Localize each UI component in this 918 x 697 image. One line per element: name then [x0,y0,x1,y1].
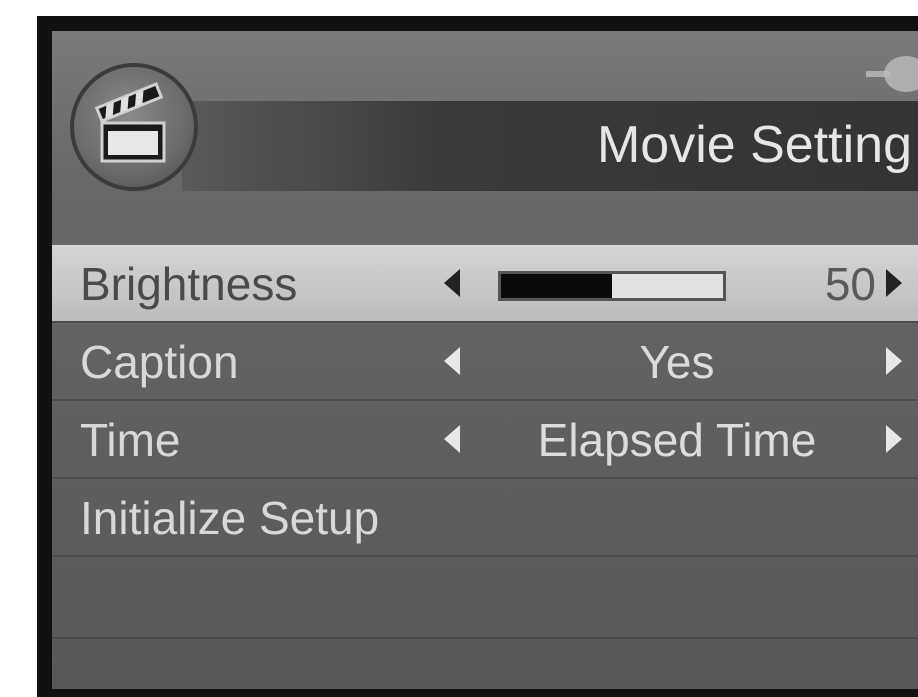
brightness-increase-arrow-icon[interactable] [886,269,902,297]
menu-row-brightness[interactable]: Brightness 50 [52,245,918,323]
movie-setting-panel: Movie Setting Brightness 50 Caption Yes … [52,31,918,689]
brightness-value: 50 [824,258,876,310]
screen-frame: Movie Setting Brightness 50 Caption Yes … [37,16,918,697]
caption-label: Caption [80,336,239,388]
menu-row-time[interactable]: Time Elapsed Time [52,401,918,479]
caption-value: Yes [639,336,715,388]
disc-icon [866,49,918,104]
menu-row-caption[interactable]: Caption Yes [52,323,918,401]
time-label: Time [80,414,181,466]
empty-row [52,557,918,639]
caption-prev-arrow-icon[interactable] [444,347,460,375]
time-value: Elapsed Time [537,414,817,466]
brightness-label: Brightness [80,258,298,310]
brightness-slider-fill [501,274,612,298]
caption-next-arrow-icon[interactable] [886,347,902,375]
page-title: Movie Setting [596,116,912,174]
initialize-setup-label: Initialize Setup [80,492,380,544]
menu-row-initialize-setup[interactable]: Initialize Setup [52,479,918,557]
clapperboard-icon [70,63,198,191]
brightness-slider[interactable] [498,271,726,301]
brightness-decrease-arrow-icon[interactable] [444,269,460,297]
time-next-arrow-icon[interactable] [886,425,902,453]
time-prev-arrow-icon[interactable] [444,425,460,453]
empty-row [52,637,918,689]
